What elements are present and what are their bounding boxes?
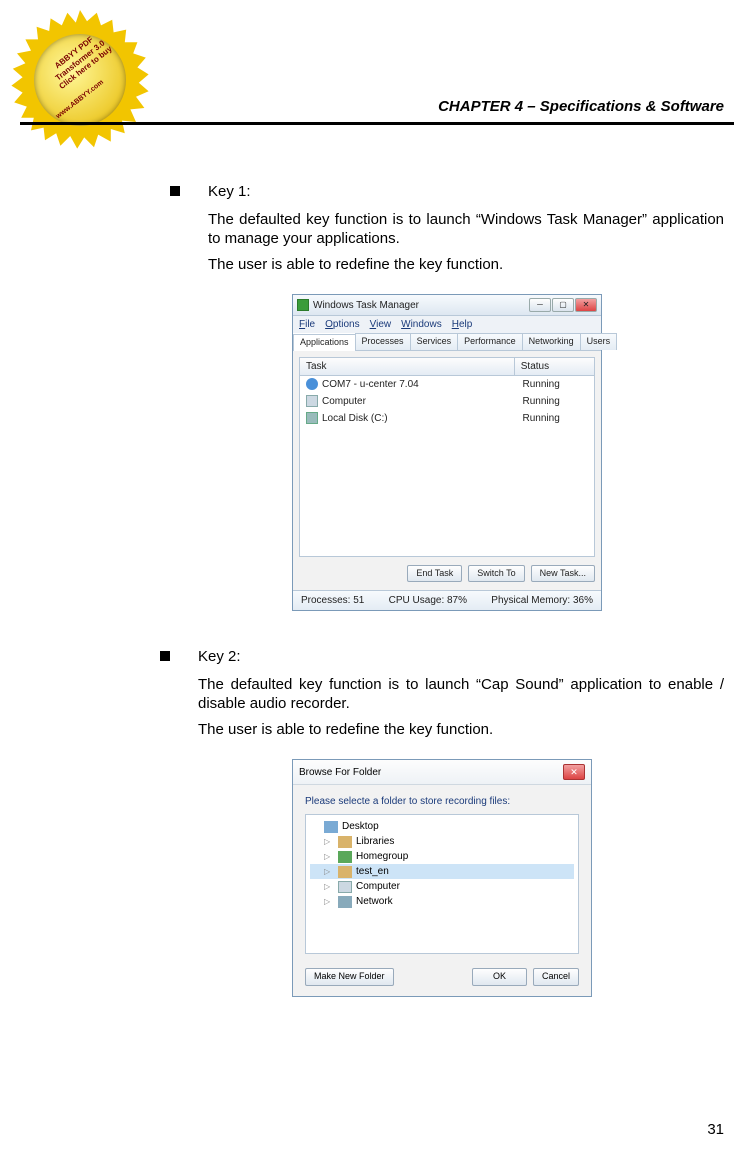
tree-item-user[interactable]: ▷ test_en [310, 864, 574, 879]
bullet-icon [170, 186, 180, 196]
tree-item-homegroup[interactable]: ▷ Homegroup [310, 849, 574, 864]
menu-bar: File Options View Windows Help [293, 316, 601, 333]
table-row[interactable]: Local Disk (C:) Running [300, 410, 594, 427]
row-status: Running [523, 378, 589, 391]
row-task: Local Disk (C:) [322, 412, 519, 425]
tree-arrow-icon[interactable]: ▷ [324, 897, 334, 907]
applications-list: Task Status COM7 - u-center 7.04 Running… [299, 357, 595, 557]
minimize-button[interactable]: ─ [529, 298, 551, 312]
maximize-button[interactable]: ▢ [552, 298, 574, 312]
make-new-folder-button[interactable]: Make New Folder [305, 968, 394, 986]
row-status: Running [523, 412, 589, 425]
tree-arrow-icon[interactable]: ▷ [324, 882, 334, 892]
window-title: Windows Task Manager [313, 299, 419, 312]
tab-processes[interactable]: Processes [355, 333, 411, 350]
titlebar: Windows Task Manager ─ ▢ ✕ [293, 295, 601, 316]
tree-arrow-icon[interactable]: ▷ [324, 852, 334, 862]
computer-icon [338, 881, 352, 893]
tree-label: Libraries [356, 835, 394, 848]
col-header-status[interactable]: Status [515, 358, 594, 375]
key1-desc1: The defaulted key function is to launch … [208, 210, 724, 249]
key2-desc2: The user is able to redefine the key fun… [198, 720, 724, 740]
page-content: Key 1: The defaulted key function is to … [170, 182, 724, 1027]
tab-applications[interactable]: Applications [293, 334, 356, 351]
cancel-button[interactable]: Cancel [533, 968, 579, 986]
menu-windows[interactable]: Windows [401, 318, 442, 331]
key1-desc2: The user is able to redefine the key fun… [208, 255, 724, 275]
tab-networking[interactable]: Networking [522, 333, 581, 350]
key1-title: Key 1: [208, 182, 251, 202]
homegroup-icon [338, 851, 352, 863]
browse-folder-dialog: Browse For Folder ✕ Please selecte a fol… [292, 759, 592, 997]
status-cpu: CPU Usage: 87% [389, 594, 467, 607]
key2-title: Key 2: [198, 647, 241, 667]
status-processes: Processes: 51 [301, 594, 364, 607]
tree-label: Computer [356, 880, 400, 893]
tab-users[interactable]: Users [580, 333, 618, 350]
network-icon [338, 896, 352, 908]
row-status: Running [523, 395, 589, 408]
new-task-button[interactable]: New Task... [531, 565, 595, 583]
col-header-task[interactable]: Task [300, 358, 515, 375]
tree-label: Network [356, 895, 393, 908]
app-icon-computer [306, 395, 318, 407]
status-bar: Processes: 51 CPU Usage: 87% Physical Me… [293, 590, 601, 610]
key2-desc1: The defaulted key function is to launch … [198, 675, 724, 714]
table-row[interactable]: Computer Running [300, 393, 594, 410]
abbyy-badge[interactable]: ABBYY PDF Transformer 3.0 Click here to … [10, 10, 150, 150]
app-icon-globe [306, 378, 318, 390]
close-button[interactable]: ✕ [563, 764, 585, 780]
tree-arrow-icon[interactable]: ▷ [324, 837, 334, 847]
menu-help[interactable]: Help [452, 318, 473, 331]
key2-section: Key 2: The defaulted key function is to … [160, 647, 724, 997]
tree-label: Desktop [342, 820, 379, 833]
tab-strip: Applications Processes Services Performa… [293, 333, 601, 351]
row-task: COM7 - u-center 7.04 [322, 378, 519, 391]
libraries-icon [338, 836, 352, 848]
bullet-icon [160, 651, 170, 661]
tree-label: test_en [356, 865, 389, 878]
app-icon-drive [306, 412, 318, 424]
menu-file[interactable]: File [299, 318, 315, 331]
switch-to-button[interactable]: Switch To [468, 565, 524, 583]
folder-tree: Desktop ▷ Libraries ▷ Homegroup ▷ test_e… [305, 814, 579, 954]
tree-label: Homegroup [356, 850, 408, 863]
user-folder-icon [338, 866, 352, 878]
menu-options[interactable]: Options [325, 318, 359, 331]
tree-item-libraries[interactable]: ▷ Libraries [310, 834, 574, 849]
tree-item-desktop[interactable]: Desktop [310, 819, 574, 834]
chapter-header: CHAPTER 4 – Specifications & Software [438, 98, 724, 115]
status-mem: Physical Memory: 36% [491, 594, 593, 607]
app-icon [297, 299, 309, 311]
row-task: Computer [322, 395, 519, 408]
ok-button[interactable]: OK [472, 968, 527, 986]
close-button[interactable]: ✕ [575, 298, 597, 312]
tree-item-network[interactable]: ▷ Network [310, 894, 574, 909]
header-rule [20, 122, 734, 125]
tree-item-computer[interactable]: ▷ Computer [310, 879, 574, 894]
page-number: 31 [707, 1121, 724, 1138]
dialog-instruction: Please selecte a folder to store recordi… [293, 785, 591, 814]
tab-performance[interactable]: Performance [457, 333, 523, 350]
desktop-icon [324, 821, 338, 833]
dialog-title: Browse For Folder [299, 766, 381, 779]
menu-view[interactable]: View [370, 318, 392, 331]
end-task-button[interactable]: End Task [407, 565, 462, 583]
task-manager-window: Windows Task Manager ─ ▢ ✕ File Options … [292, 294, 602, 611]
key1-section: Key 1: The defaulted key function is to … [170, 182, 724, 611]
table-row[interactable]: COM7 - u-center 7.04 Running [300, 376, 594, 393]
tree-arrow-icon[interactable]: ▷ [324, 867, 334, 877]
tab-services[interactable]: Services [410, 333, 459, 350]
